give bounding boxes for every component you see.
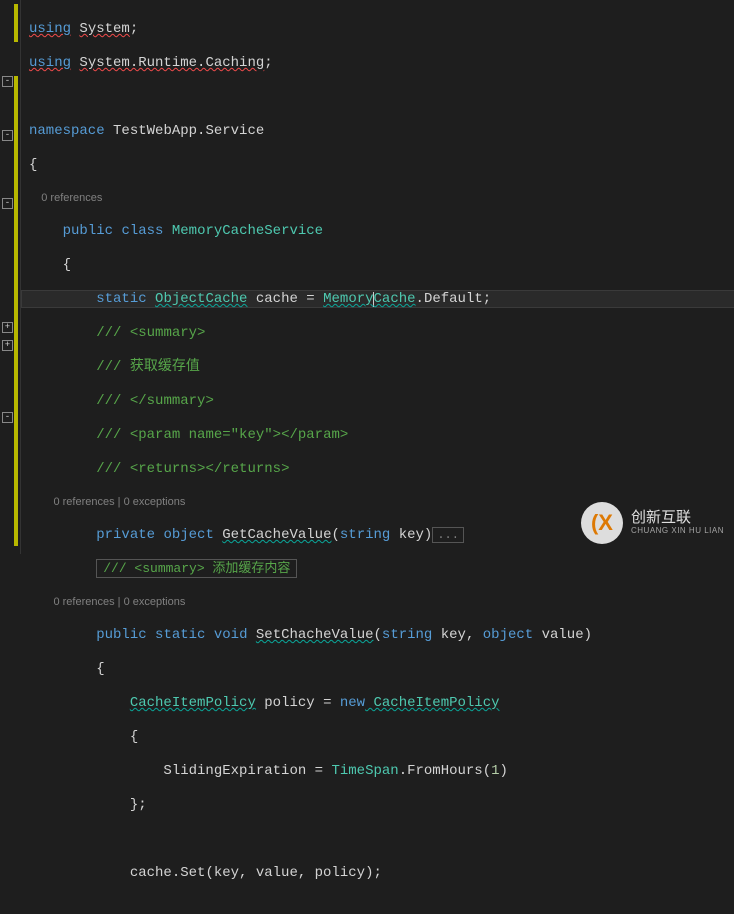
codelens-references[interactable]: 0 references | 0 exceptions xyxy=(53,596,185,608)
brace: { xyxy=(96,661,104,677)
collapse-toggle-icon[interactable]: - xyxy=(2,198,13,209)
type-name: ObjectCache xyxy=(155,291,247,307)
codelens-references[interactable]: 0 references xyxy=(41,192,102,204)
change-indicator xyxy=(14,4,18,42)
keyword-public: public xyxy=(63,223,113,239)
xml-doc-comment: /// xyxy=(96,393,121,409)
keyword-string: string xyxy=(340,527,390,543)
brace: { xyxy=(130,729,138,745)
xml-doc-comment: /// xyxy=(96,359,121,375)
method-name: SetChacheValue xyxy=(256,627,374,643)
namespace-name: TestWebApp.Service xyxy=(113,123,264,139)
keyword-object: object xyxy=(483,627,533,643)
method-name: GetCacheValue xyxy=(222,527,331,543)
class-name: MemoryCacheService xyxy=(172,223,323,239)
keyword-class: class xyxy=(121,223,163,239)
field-name: cache xyxy=(256,291,298,307)
keyword-using: using xyxy=(29,21,71,37)
code-area[interactable]: using System; using System.Runtime.Cachi… xyxy=(21,0,734,554)
watermark-title: 创新互联 xyxy=(631,510,724,527)
method-call: cache.Set(key, value, policy); xyxy=(130,865,382,881)
namespace-name: System xyxy=(79,21,129,37)
keyword-static: static xyxy=(155,627,205,643)
keyword-namespace: namespace xyxy=(29,123,105,139)
type-name: CacheItemPolicy xyxy=(130,695,256,711)
keyword-public: public xyxy=(96,627,146,643)
keyword-void: void xyxy=(214,627,248,643)
keyword-new: new xyxy=(340,695,365,711)
brace: { xyxy=(29,157,37,173)
xml-doc-comment: /// xyxy=(96,427,121,443)
collapse-toggle-icon[interactable]: - xyxy=(2,130,13,141)
expand-toggle-icon[interactable]: + xyxy=(2,340,13,351)
change-indicator xyxy=(14,76,18,546)
type-name: TimeSpan xyxy=(331,763,398,779)
keyword-static: static xyxy=(96,291,146,307)
collapsed-code-icon[interactable]: ... xyxy=(432,527,464,543)
brace-semicolon: }; xyxy=(130,797,147,813)
keyword-private: private xyxy=(96,527,155,543)
keyword-string: string xyxy=(382,627,432,643)
xml-doc-comment: /// xyxy=(96,325,121,341)
property-name: SlidingExpiration xyxy=(163,763,306,779)
current-line[interactable]: static ObjectCache cache = MemoryCache.D… xyxy=(21,290,734,308)
number-literal: 1 xyxy=(491,763,499,779)
collapse-toggle-icon[interactable]: - xyxy=(2,76,13,87)
xml-doc-comment: /// xyxy=(96,461,121,477)
brace: { xyxy=(63,257,71,273)
type-name: Memory xyxy=(323,291,373,307)
collapsed-summary[interactable]: /// <summary> 添加缓存内容 xyxy=(96,559,297,578)
watermark-subtitle: CHUANG XIN HU LIAN xyxy=(631,527,724,536)
expand-toggle-icon[interactable]: + xyxy=(2,322,13,333)
watermark-logo-icon: (X xyxy=(581,502,623,544)
keyword-using: using xyxy=(29,55,71,71)
code-editor[interactable]: - - - + + - using System; using System.R… xyxy=(0,0,734,554)
watermark: (X 创新互联 CHUANG XIN HU LIAN xyxy=(581,502,724,544)
keyword-object: object xyxy=(163,527,213,543)
codelens-references[interactable]: 0 references | 0 exceptions xyxy=(53,496,185,508)
collapse-toggle-icon[interactable]: - xyxy=(2,412,13,423)
namespace-name: System.Runtime.Caching xyxy=(79,55,264,71)
gutter: - - - + + - xyxy=(0,0,21,554)
